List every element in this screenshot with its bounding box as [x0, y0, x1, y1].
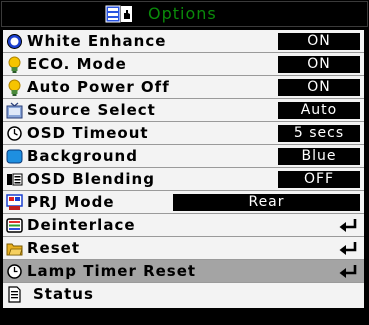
menu-item-osd-timeout[interactable]: OSD Timeout 5 secs — [3, 122, 364, 145]
status-document-icon — [8, 286, 21, 303]
white-enhance-icon — [7, 34, 22, 49]
background-color-icon — [6, 149, 23, 164]
menu-item-label: OSD Timeout — [27, 124, 149, 142]
eco-mode-value[interactable]: ON — [278, 56, 360, 73]
menu-item-label: Status — [33, 285, 94, 303]
menu-item-source-select[interactable]: Source Select Auto — [3, 99, 364, 122]
menu-item-label: Auto Power Off — [27, 78, 170, 96]
menu-item-label: White Enhance — [27, 32, 167, 50]
osd-blending-icon — [7, 173, 23, 186]
menu-item-eco-mode[interactable]: ECO. Mode ON — [3, 53, 364, 76]
osd-timeout-value[interactable]: 5 secs — [278, 125, 360, 142]
enter-arrow-icon — [339, 219, 357, 232]
menu-item-reset[interactable]: Reset — [3, 237, 364, 260]
menu-title-bar: Options — [1, 1, 368, 27]
menu-item-lamp-timer-reset[interactable]: Lamp Timer Reset — [3, 260, 364, 283]
menu-item-label: Lamp Timer Reset — [27, 262, 197, 280]
menu-item-status[interactable]: Status — [3, 283, 364, 308]
menu-item-label: OSD Blending — [27, 170, 155, 188]
menu-item-label: PRJ Mode — [27, 193, 115, 211]
enter-arrow-icon — [339, 265, 357, 278]
menu-item-auto-power-off[interactable]: Auto Power Off ON — [3, 76, 364, 99]
source-select-value[interactable]: Auto — [278, 102, 360, 119]
menu-item-label: Deinterlace — [27, 216, 136, 234]
lightbulb-icon — [8, 79, 21, 96]
menu-item-white-enhance[interactable]: White Enhance ON — [3, 30, 364, 53]
osd-blending-value[interactable]: OFF — [278, 171, 360, 188]
menu-item-label: ECO. Mode — [27, 55, 127, 73]
menu-title: Options — [148, 4, 217, 23]
folder-reset-icon — [6, 243, 23, 256]
prj-mode-value[interactable]: Rear — [173, 194, 360, 211]
source-select-icon — [6, 102, 23, 119]
white-enhance-value[interactable]: ON — [278, 33, 360, 50]
lightbulb-icon — [8, 56, 21, 73]
options-monitor-icon — [105, 5, 132, 23]
clock-icon — [7, 126, 22, 141]
lamp-timer-icon — [7, 264, 22, 279]
menu-item-label: Source Select — [27, 101, 156, 119]
menu-item-prj-mode[interactable]: PRJ Mode Rear — [3, 191, 364, 214]
projector-mode-icon — [6, 194, 23, 210]
enter-arrow-icon — [339, 242, 357, 255]
auto-power-off-value[interactable]: ON — [278, 79, 360, 96]
deinterlace-icon — [6, 218, 23, 233]
menu-item-deinterlace[interactable]: Deinterlace — [3, 214, 364, 237]
menu-item-background[interactable]: Background Blue — [3, 145, 364, 168]
menu-item-osd-blending[interactable]: OSD Blending OFF — [3, 168, 364, 191]
menu-item-label: Background — [27, 147, 138, 165]
menu-item-label: Reset — [27, 239, 80, 257]
background-value[interactable]: Blue — [278, 148, 360, 165]
options-osd-menu: Options White Enhance ON ECO. Mode ON Au… — [0, 0, 369, 325]
